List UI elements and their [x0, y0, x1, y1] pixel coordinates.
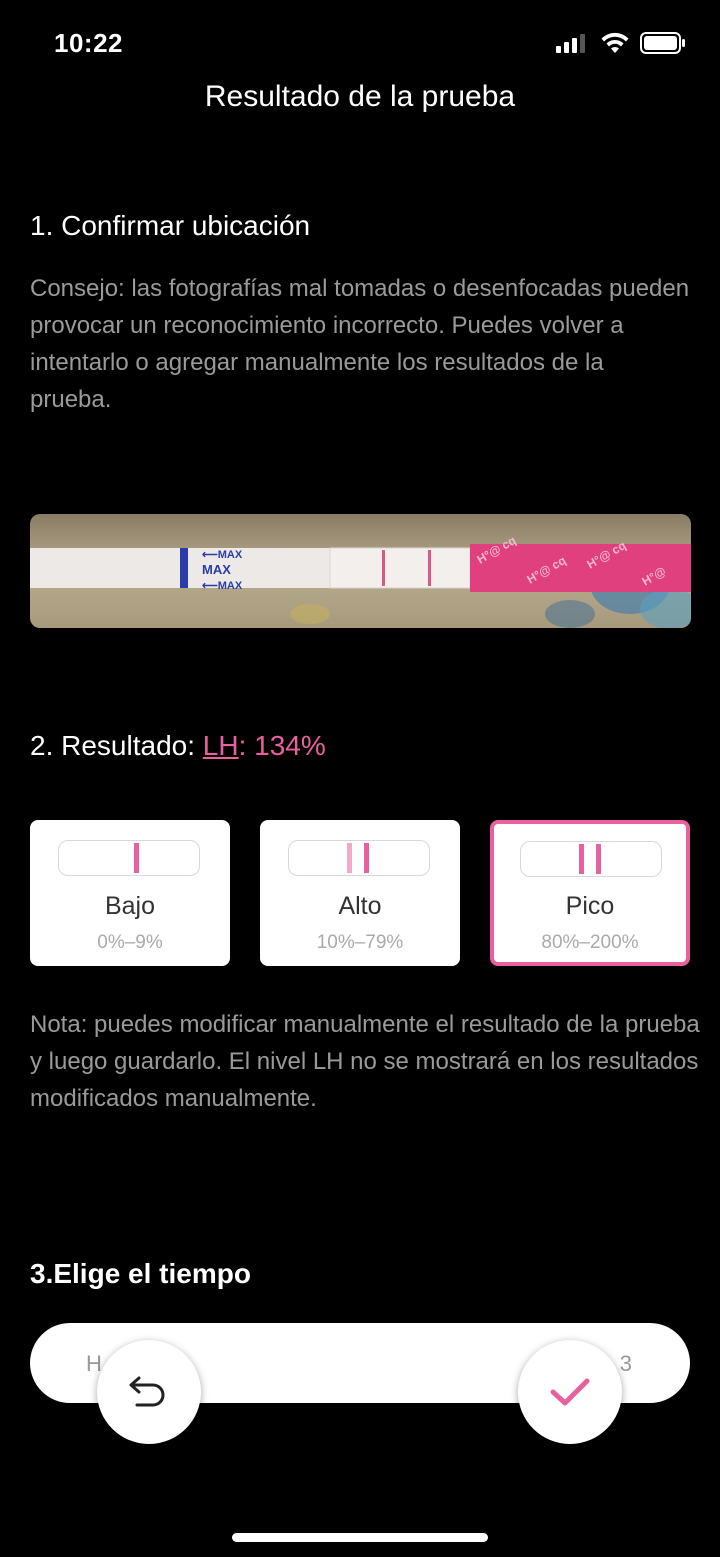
check-icon: [550, 1378, 590, 1406]
result-option-range: 0%–9%: [97, 932, 163, 953]
choose-time-title: 3.Elige el tiempo: [30, 1258, 251, 1289]
result-option-range: 10%–79%: [316, 932, 404, 953]
section-confirm-location-title: 1. Confirmar ubicación: [30, 210, 311, 241]
status-time: 10:22: [54, 28, 123, 58]
svg-text:⟵MAX: ⟵MAX: [202, 580, 243, 592]
strip-icon: [58, 840, 200, 876]
result-option-label: Alto: [338, 892, 382, 920]
lh-link[interactable]: LH: [203, 730, 239, 761]
strip-icon: [288, 840, 430, 876]
undo-button[interactable]: [97, 1340, 201, 1444]
lh-value: : 134%: [238, 730, 326, 761]
result-prefix: 2. Resultado:: [30, 730, 203, 761]
page-title: Resultado de la prueba: [204, 80, 516, 113]
wifi-icon: [601, 32, 629, 53]
result-option-pico[interactable]: Pico 80%–200%: [490, 820, 690, 966]
home-indicator: [232, 1533, 488, 1542]
photo-tip-text: Consejo: las fotografías mal tomadas o d…: [30, 275, 690, 413]
manual-edit-note: Nota: puedes modificar manualmente el re…: [30, 1011, 700, 1112]
result-option-bajo[interactable]: Bajo 0%–9%: [30, 820, 230, 966]
status-icons: [556, 32, 686, 54]
result-option-label: Bajo: [104, 892, 156, 920]
result-option-range: 80%–200%: [541, 932, 639, 953]
battery-icon: [640, 32, 685, 54]
time-text-fragment-right: 3: [619, 1351, 632, 1376]
undo-icon: [129, 1376, 165, 1407]
svg-text:⟵MAX: ⟵MAX: [202, 549, 243, 561]
test-strip-photo: ⟵MAX MAX ⟵MAX H°@ cq H°@ cq H°@ cq H°@: [30, 514, 691, 628]
confirm-button[interactable]: [518, 1340, 622, 1444]
result-option-alto[interactable]: Alto 10%–79%: [260, 820, 460, 966]
signal-icon: [556, 34, 585, 53]
photo-max-label: MAX: [202, 562, 231, 577]
result-heading: 2. Resultado: LH: 134%: [30, 730, 326, 762]
strip-icon: [520, 841, 662, 877]
result-option-label: Pico: [565, 892, 615, 920]
